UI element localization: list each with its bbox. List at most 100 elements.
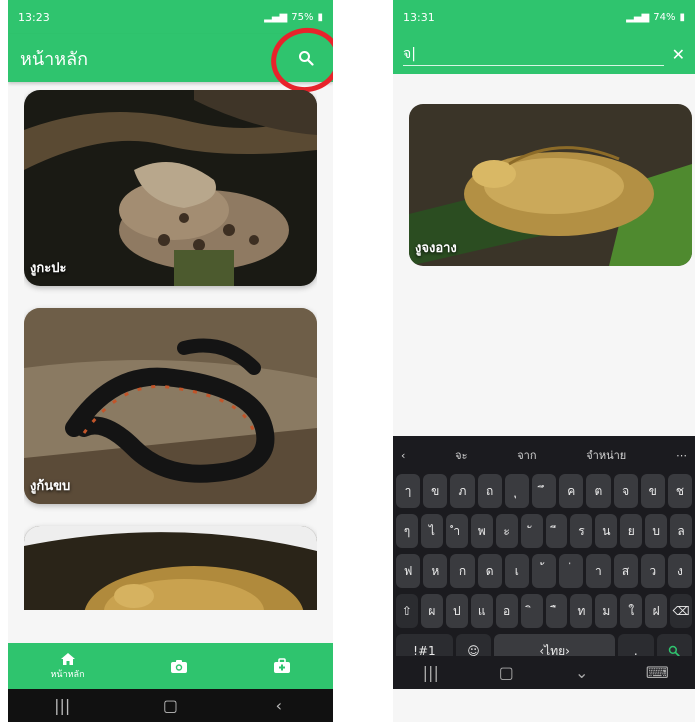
key[interactable]: เ — [504, 554, 529, 588]
key[interactable]: อ — [495, 594, 518, 628]
key[interactable]: บ — [645, 514, 668, 548]
battery-icon: ▮ — [679, 11, 685, 23]
suggestion[interactable]: จาก — [517, 446, 536, 464]
nav-home-label: หน้าหลัก — [50, 669, 85, 680]
hide-keyboard-icon[interactable]: ⌄ — [562, 663, 602, 682]
key[interactable]: ด — [477, 554, 502, 588]
home-screen: 13:23 ▂▄▆ 75% ▮ หน้าหลัก งูกะปะ งูก้นขบ … — [8, 0, 333, 722]
key[interactable]: ท — [570, 594, 593, 628]
first-aid-icon — [273, 658, 290, 673]
key[interactable]: ำ — [445, 514, 468, 548]
key[interactable]: ภ — [450, 474, 475, 508]
shift-icon[interactable]: ⇧ — [396, 594, 418, 628]
home-icon — [60, 652, 75, 665]
key[interactable]: แ — [470, 594, 493, 628]
signal-icon: ▂▄▆ — [626, 11, 650, 23]
suggestion-bar: ‹ จะ จาก จำหน่าย ⋯ — [393, 436, 695, 474]
keyboard-icon[interactable]: ⌨ — [637, 663, 677, 682]
key[interactable]: ะ — [495, 514, 518, 548]
camera-icon — [170, 659, 187, 673]
snake-photo — [24, 526, 317, 610]
battery-percent: 75% — [291, 11, 314, 23]
status-bar: 13:31 ▂▄▆ 74% ▮ — [393, 0, 695, 34]
key[interactable]: ง — [667, 554, 693, 588]
key[interactable]: ไ — [420, 514, 443, 548]
key[interactable]: ๅ — [396, 474, 421, 508]
page-title: หน้าหลัก — [20, 48, 89, 70]
suggestion[interactable]: จะ — [455, 446, 467, 464]
key[interactable]: ห — [423, 554, 448, 588]
search-screen: 13:31 ▂▄▆ 74% ▮ จ| ✕ งูจงอาง ‹ จะ จาก จำ — [393, 0, 695, 722]
recents-icon[interactable]: ||| — [411, 663, 451, 682]
key[interactable]: ี — [545, 514, 568, 548]
key[interactable]: ค — [559, 474, 584, 508]
nav-camera[interactable] — [170, 659, 188, 674]
key[interactable]: ข — [640, 474, 665, 508]
battery-percent: 74% — [653, 11, 676, 23]
key[interactable]: ส — [613, 554, 638, 588]
key[interactable]: ผ — [420, 594, 443, 628]
search-input[interactable]: จ| — [403, 42, 664, 66]
close-icon[interactable]: ✕ — [672, 45, 685, 64]
home-button-icon[interactable]: ▢ — [150, 696, 190, 715]
backspace-icon[interactable]: ⌫ — [670, 594, 693, 628]
key[interactable]: ั — [520, 514, 543, 548]
key[interactable]: ้ — [531, 554, 557, 588]
key[interactable]: พ — [470, 514, 493, 548]
key[interactable]: ิ — [520, 594, 543, 628]
keyboard-row-3: ฟ ห ก ด เ ้ ่ า ส ว ง — [393, 554, 695, 588]
signal-icon: ▂▄▆ — [264, 11, 288, 23]
key[interactable]: ข — [423, 474, 448, 508]
back-icon[interactable]: ‹ — [259, 696, 299, 715]
search-icon — [299, 51, 314, 66]
bottom-navigation: หน้าหลัก — [8, 643, 333, 689]
key[interactable]: ย — [620, 514, 643, 548]
key[interactable]: ถ — [477, 474, 502, 508]
keyboard-row-1: ๅ ข ภ ถ ุ ึ ค ต จ ข ช — [393, 474, 695, 508]
key[interactable]: จ — [613, 474, 638, 508]
key[interactable]: ล — [670, 514, 693, 548]
key[interactable]: ๆ — [396, 514, 418, 548]
suggestion[interactable]: จำหน่าย — [586, 446, 626, 464]
home-button-icon[interactable]: ▢ — [486, 663, 526, 682]
key[interactable]: ื — [545, 594, 568, 628]
key[interactable]: ช — [667, 474, 693, 508]
status-bar: 13:23 ▂▄▆ 75% ▮ — [8, 0, 333, 34]
snake-name: งูกะปะ — [30, 261, 67, 276]
key[interactable]: น — [595, 514, 618, 548]
search-input-value: จ| — [403, 45, 416, 62]
recents-icon[interactable]: ||| — [42, 696, 82, 715]
snake-name: งูจงอาง — [415, 241, 457, 256]
keyboard-row-2: ๆ ไ ำ พ ะ ั ี ร น ย บ ล — [393, 514, 695, 548]
on-screen-keyboard: ‹ จะ จาก จำหน่าย ⋯ ๅ ข ภ ถ ุ ึ ค ต จ ข ช… — [393, 436, 695, 689]
key[interactable]: ป — [445, 594, 468, 628]
key[interactable]: ใ — [620, 594, 643, 628]
key[interactable]: ่ — [559, 554, 584, 588]
key[interactable]: ร — [570, 514, 593, 548]
key[interactable]: า — [586, 554, 611, 588]
key[interactable]: ต — [586, 474, 611, 508]
snake-card[interactable]: งูก้นขบ — [24, 308, 317, 504]
snake-feed[interactable]: งูกะปะ งูก้นขบ — [24, 90, 317, 610]
key[interactable]: ึ — [531, 474, 557, 508]
snake-card[interactable] — [24, 526, 317, 610]
status-time: 13:31 — [403, 10, 435, 24]
key[interactable]: ุ — [504, 474, 529, 508]
app-bar: หน้าหลัก — [8, 21, 333, 99]
snake-name: งูก้นขบ — [30, 479, 71, 494]
key[interactable]: ม — [595, 594, 618, 628]
key[interactable]: ว — [640, 554, 665, 588]
search-result-card[interactable]: งูจงอาง — [409, 104, 692, 266]
chevron-left-icon[interactable]: ‹ — [401, 449, 405, 462]
key[interactable]: ก — [450, 554, 475, 588]
snake-photo — [24, 90, 317, 286]
system-navigation: ||| ▢ ⌄ ⌨ — [393, 656, 695, 689]
nav-first-aid[interactable] — [273, 658, 291, 674]
key[interactable]: ฟ — [396, 554, 421, 588]
key[interactable]: ฝ — [645, 594, 668, 628]
more-icon[interactable]: ⋯ — [676, 449, 687, 462]
status-time: 13:23 — [18, 10, 50, 24]
search-button[interactable] — [291, 43, 321, 73]
nav-home[interactable]: หน้าหลัก — [50, 652, 85, 681]
snake-card[interactable]: งูกะปะ — [24, 90, 317, 286]
